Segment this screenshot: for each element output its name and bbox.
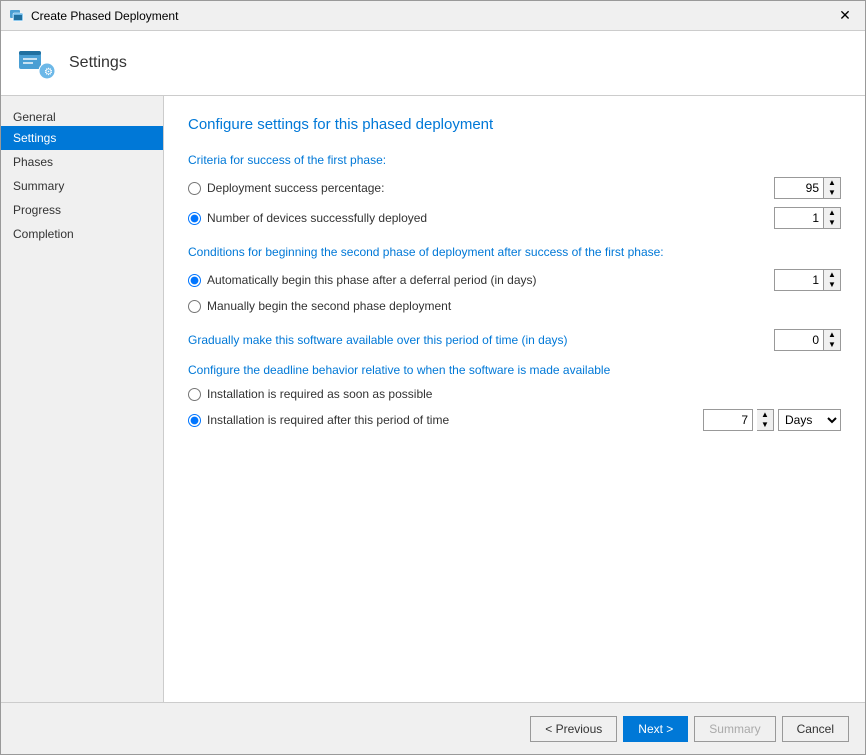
window-title: Create Phased Deployment [31,9,178,23]
title-bar: Create Phased Deployment ✕ [1,1,865,31]
devices-deployed-down[interactable]: ▼ [824,218,840,228]
gradually-section: Gradually make this software available o… [188,329,841,351]
install-asap-radio[interactable] [188,388,201,401]
sidebar: General Settings Phases Summary Progress… [1,96,164,702]
header-icon: ⚙ [17,43,57,83]
install-after-radio[interactable] [188,414,201,427]
page-title: Configure settings for this phased deplo… [188,116,841,133]
install-after-spin-buttons: ▲ ▼ [757,409,774,431]
auto-begin-label: Automatically begin this phase after a d… [207,273,766,287]
install-after-spin-dropdown: ▲ ▼ Days Hours Weeks [703,409,841,431]
header-section: ⚙ Settings [1,31,865,96]
header-title: Settings [69,54,127,72]
auto-begin-spin-buttons: ▲ ▼ [824,269,841,291]
sidebar-item-phases[interactable]: Phases [1,150,163,174]
criteria-label: Criteria for success of the first phase: [188,153,841,167]
auto-begin-up[interactable]: ▲ [824,270,840,280]
devices-deployed-label: Number of devices successfully deployed [207,211,766,225]
deployment-success-radio[interactable] [188,182,201,195]
footer: < Previous Next > Summary Cancel [1,702,865,754]
title-bar-left: Create Phased Deployment [9,8,178,24]
devices-deployed-row: Number of devices successfully deployed … [188,207,841,229]
install-after-up[interactable]: ▲ [757,410,773,420]
auto-begin-row: Automatically begin this phase after a d… [188,269,841,291]
main-window: Create Phased Deployment ✕ ⚙ Settings Ge… [0,0,866,755]
gradually-down[interactable]: ▼ [824,340,840,350]
gradually-spin-buttons: ▲ ▼ [824,329,841,351]
deployment-success-down[interactable]: ▼ [824,188,840,198]
main-content: Configure settings for this phased deplo… [164,96,865,702]
conditions-section: Conditions for beginning the second phas… [188,245,841,313]
devices-deployed-spin-buttons: ▲ ▼ [824,207,841,229]
install-asap-label: Installation is required as soon as poss… [207,387,841,401]
criteria-section: Criteria for success of the first phase:… [188,153,841,229]
deployment-success-row: Deployment success percentage: ▲ ▼ [188,177,841,199]
cancel-button[interactable]: Cancel [782,716,849,742]
svg-text:⚙: ⚙ [44,67,53,78]
install-after-input[interactable] [703,409,753,431]
devices-deployed-radio[interactable] [188,212,201,225]
manually-begin-label: Manually begin the second phase deployme… [207,299,841,313]
gradually-label: Gradually make this software available o… [188,333,766,347]
gradually-up[interactable]: ▲ [824,330,840,340]
auto-begin-radio[interactable] [188,274,201,287]
conditions-label: Conditions for beginning the second phas… [188,245,841,259]
auto-begin-input[interactable] [774,269,824,291]
summary-button[interactable]: Summary [694,716,775,742]
deployment-success-up[interactable]: ▲ [824,178,840,188]
deployment-success-spin-buttons: ▲ ▼ [824,177,841,199]
deadline-section: Configure the deadline behavior relative… [188,363,841,431]
install-after-unit-select[interactable]: Days Hours Weeks [778,409,841,431]
content-area: General Settings Phases Summary Progress… [1,96,865,702]
auto-begin-spin: ▲ ▼ [774,269,841,291]
manually-begin-radio[interactable] [188,300,201,313]
next-button[interactable]: Next > [623,716,688,742]
install-after-down[interactable]: ▼ [757,420,773,430]
close-button[interactable]: ✕ [833,6,857,26]
sidebar-item-settings[interactable]: Settings [1,126,163,150]
install-after-row: Installation is required after this peri… [188,409,841,431]
gradually-input[interactable] [774,329,824,351]
sidebar-item-progress[interactable]: Progress [1,198,163,222]
manually-begin-row: Manually begin the second phase deployme… [188,299,841,313]
deployment-success-label: Deployment success percentage: [207,181,766,195]
gradually-spin: ▲ ▼ [774,329,841,351]
devices-deployed-input[interactable] [774,207,824,229]
install-asap-row: Installation is required as soon as poss… [188,387,841,401]
install-after-label: Installation is required after this peri… [207,413,695,427]
devices-deployed-up[interactable]: ▲ [824,208,840,218]
sidebar-item-summary[interactable]: Summary [1,174,163,198]
previous-button[interactable]: < Previous [530,716,617,742]
devices-deployed-spin: ▲ ▼ [774,207,841,229]
auto-begin-down[interactable]: ▼ [824,280,840,290]
deadline-label: Configure the deadline behavior relative… [188,363,841,377]
deployment-success-input[interactable] [774,177,824,199]
sidebar-item-completion[interactable]: Completion [1,222,163,246]
window-icon [9,8,25,24]
deployment-success-spin: ▲ ▼ [774,177,841,199]
sidebar-general-label: General [1,104,163,126]
